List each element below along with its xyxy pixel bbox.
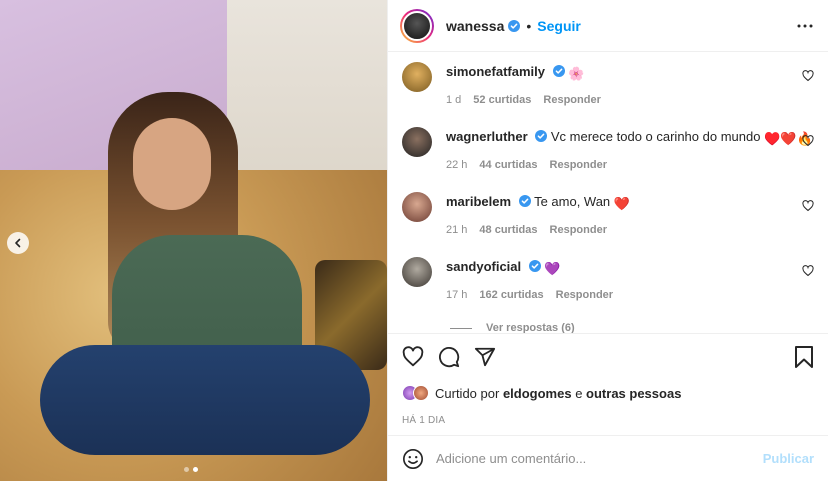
comment-likes[interactable]: 48 curtidas <box>479 224 537 236</box>
comment-time[interactable]: 1 d <box>446 94 461 106</box>
comment-avatar[interactable] <box>402 192 432 222</box>
heart-icon[interactable] <box>802 70 814 82</box>
comment-username[interactable]: maribelem <box>446 194 511 209</box>
comment-avatar[interactable] <box>402 62 432 92</box>
comment-avatar[interactable] <box>402 127 432 157</box>
comment-username[interactable]: simonefatfamily <box>446 64 545 79</box>
verified-badge-icon <box>528 260 541 272</box>
bookmark-icon[interactable] <box>794 345 814 368</box>
liked-by-text: Curtido por eldogomes e outras pessoas <box>435 386 681 401</box>
post-header: wanessa • Seguir <box>388 0 828 52</box>
share-icon[interactable] <box>474 346 496 368</box>
post-dialog: wanessa • Seguir simonefatfamily 🌸 1 d 5… <box>0 0 828 481</box>
liked-by-connector: e <box>575 385 583 401</box>
post-photo[interactable] <box>0 0 387 481</box>
comment-avatar[interactable] <box>402 257 432 287</box>
replies-line <box>450 327 472 329</box>
heart-icon[interactable] <box>802 200 814 212</box>
publish-button[interactable]: Publicar <box>763 451 814 466</box>
header-separator: • <box>526 17 532 34</box>
chevron-left-icon <box>15 238 21 248</box>
comment-icon[interactable] <box>438 346 460 368</box>
liked-by-user[interactable]: eldogomes <box>503 386 572 401</box>
comment-username[interactable]: sandyoficial <box>446 259 521 274</box>
photo-face <box>133 118 211 210</box>
follow-button[interactable]: Seguir <box>537 18 581 34</box>
comment-text: Vc merece todo o carinho do mundo <box>550 129 761 144</box>
emoji-icon[interactable] <box>402 448 424 470</box>
comment-item: maribelem Te amo, Wan ❤️ 21 h 48 curtida… <box>388 190 828 255</box>
carousel-dot-active <box>193 467 198 472</box>
comment-text: Te amo, Wan <box>534 194 611 209</box>
heart-icon[interactable] <box>802 135 814 147</box>
reply-button[interactable]: Responder <box>543 94 600 106</box>
verified-badge-icon <box>552 65 565 77</box>
liked-by-prefix: Curtido por <box>435 385 500 401</box>
comment-item: sandyoficial 💜 17 h 162 curtidas Respond… <box>388 255 828 320</box>
view-replies-button[interactable]: Ver respostas (6) <box>388 318 828 333</box>
comment-time[interactable]: 21 h <box>446 224 467 236</box>
carousel-dot <box>184 467 189 472</box>
reply-button[interactable]: Responder <box>550 159 607 171</box>
reply-button[interactable]: Responder <box>550 224 607 236</box>
comment-time[interactable]: 22 h <box>446 159 467 171</box>
liked-by-others[interactable]: outras pessoas <box>586 386 681 401</box>
photo-jeans <box>40 345 370 455</box>
heart-icon[interactable] <box>802 265 814 277</box>
liker-avatar[interactable] <box>413 385 429 401</box>
carousel-dots <box>184 467 198 472</box>
author-avatar[interactable] <box>400 8 434 43</box>
heart-icon[interactable] <box>402 345 424 368</box>
comments-list: simonefatfamily 🌸 1 d 52 curtidas Respon… <box>388 52 828 333</box>
author-username[interactable]: wanessa <box>446 18 504 34</box>
comment-likes[interactable]: 44 curtidas <box>479 159 537 171</box>
comment-likes[interactable]: 52 curtidas <box>473 94 531 106</box>
comment-emoji: 💜 <box>544 261 561 276</box>
reply-button[interactable]: Responder <box>556 289 613 301</box>
comment-time[interactable]: 17 h <box>446 289 467 301</box>
comment-item: wagnerluther Vc merece todo o carinho do… <box>388 125 828 190</box>
post-sidebar: wanessa • Seguir simonefatfamily 🌸 1 d 5… <box>387 0 828 481</box>
carousel-prev-button[interactable] <box>7 232 29 254</box>
add-comment-bar: Publicar <box>388 435 828 481</box>
verified-badge-icon <box>535 130 548 142</box>
more-options-icon[interactable] <box>796 17 814 35</box>
post-actions <box>388 333 828 379</box>
comment-emoji: 🌸 <box>568 66 585 81</box>
comment-username[interactable]: wagnerluther <box>446 129 528 144</box>
verified-badge-icon <box>518 195 531 207</box>
view-replies-label: Ver respostas (6) <box>486 322 575 333</box>
verified-badge-icon <box>508 19 521 32</box>
comment-input[interactable] <box>436 451 763 466</box>
liked-by: Curtido por eldogomes e outras pessoas <box>388 379 828 407</box>
comment-emoji: ❤️ <box>613 196 630 211</box>
comment-item: simonefatfamily 🌸 1 d 52 curtidas Respon… <box>388 60 828 125</box>
comment-likes[interactable]: 162 curtidas <box>479 289 543 301</box>
post-timestamp[interactable]: HÁ 1 DIA <box>388 407 828 435</box>
